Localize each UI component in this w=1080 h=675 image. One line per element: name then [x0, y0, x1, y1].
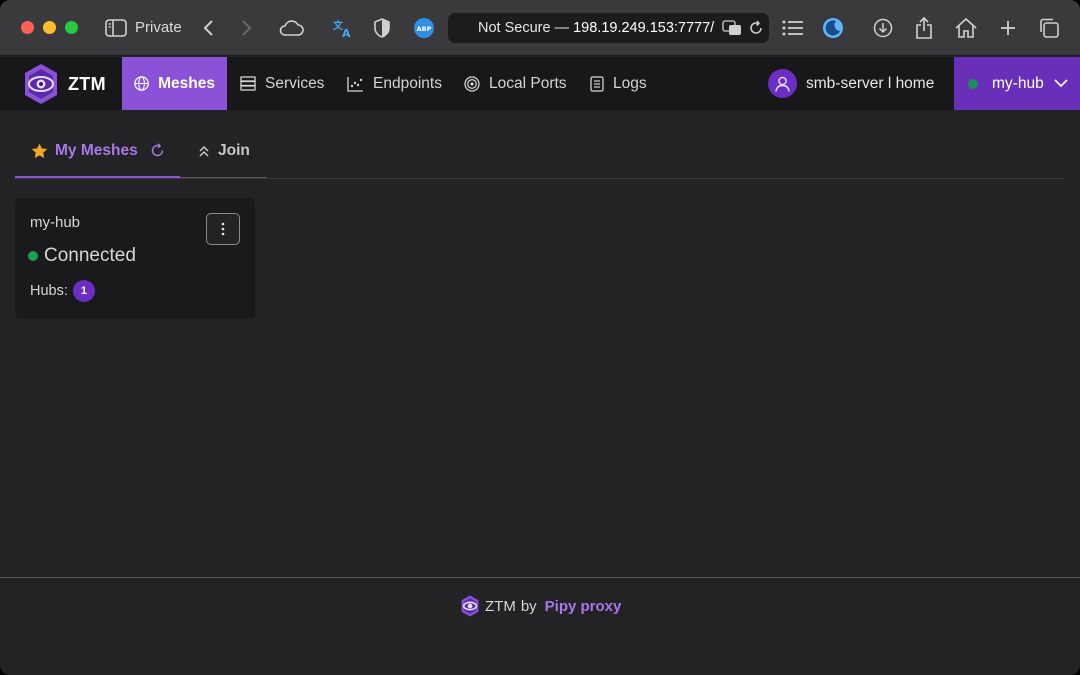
- app-navbar: ZTM Meshes Services Endpoints Local Port…: [0, 57, 1080, 110]
- nav-logs[interactable]: Logs: [578, 57, 659, 110]
- tab-overview-icon[interactable]: [1038, 16, 1060, 40]
- back-icon[interactable]: [200, 16, 216, 40]
- tab-join-label: Join: [218, 142, 250, 159]
- shield-extension-icon[interactable]: [372, 16, 392, 40]
- ztm-logo-icon: [25, 64, 57, 104]
- scatter-chart-icon: [347, 76, 363, 92]
- hubs-count-badge: 1: [72, 280, 95, 302]
- footer-brand: ZTM: [485, 597, 516, 615]
- nav-meshes-label: Meshes: [158, 74, 215, 92]
- close-window-button[interactable]: [21, 21, 34, 34]
- night-mode-extension-icon[interactable]: [821, 16, 845, 40]
- footer: ZTM by Pipy proxy: [0, 577, 1080, 675]
- mesh-card[interactable]: my-hub Connected Hubs: 1: [15, 198, 255, 319]
- nav-services[interactable]: Services: [228, 57, 336, 110]
- footer-by: by: [520, 597, 537, 615]
- browser-toolbar: Private 文A ABP Not Secure — 198.19.249.1…: [0, 0, 1080, 56]
- tab-my-meshes-label: My Meshes: [55, 141, 138, 159]
- mesh-hubs: Hubs: 1: [30, 280, 95, 302]
- minimize-window-button[interactable]: [43, 21, 56, 34]
- translate-extension-icon[interactable]: 文A: [331, 16, 355, 40]
- nav-meshes[interactable]: Meshes: [122, 57, 227, 110]
- downloads-icon[interactable]: [872, 16, 894, 40]
- new-tab-icon[interactable]: [998, 16, 1018, 40]
- nav-endpoints[interactable]: Endpoints: [335, 57, 454, 110]
- reading-list-icon[interactable]: [782, 16, 804, 40]
- security-label: Not Secure: [478, 20, 551, 36]
- brand-name: ZTM: [68, 73, 106, 94]
- chevron-down-icon: [1054, 79, 1068, 88]
- adblock-plus-icon[interactable]: ABP: [412, 16, 436, 40]
- mesh-tabs: My Meshes Join: [15, 125, 1065, 179]
- share-icon[interactable]: [913, 16, 935, 40]
- svg-text:A: A: [342, 27, 351, 39]
- hub-status-dot: [968, 78, 978, 89]
- private-label: Private: [135, 19, 182, 36]
- address-host: 198.19.249.153:7777/: [573, 20, 715, 36]
- footer-credit: ZTM by Pipy proxy: [460, 595, 621, 617]
- ztm-logo-small-icon: [461, 595, 479, 617]
- user-menu[interactable]: smb-server l home: [768, 68, 934, 99]
- mesh-status: Connected: [28, 245, 136, 267]
- server-icon: [240, 76, 256, 91]
- tab-join[interactable]: Join: [180, 125, 267, 178]
- hubs-label: Hubs:: [30, 283, 68, 299]
- mesh-status-text: Connected: [44, 245, 136, 266]
- hub-select-value: my-hub: [992, 74, 1044, 92]
- pipy-proxy-link[interactable]: Pipy proxy: [545, 598, 622, 615]
- brand[interactable]: ZTM: [22, 63, 106, 105]
- nav-endpoints-label: Endpoints: [373, 74, 442, 92]
- browser-window: Private 文A ABP Not Secure — 198.19.249.1…: [0, 0, 1080, 675]
- document-icon: [590, 75, 604, 92]
- icloud-tabs-icon[interactable]: [278, 16, 304, 40]
- hub-select[interactable]: my-hub: [954, 57, 1080, 110]
- kebab-menu-icon: [221, 222, 225, 236]
- nav-local-ports[interactable]: Local Ports: [452, 57, 579, 110]
- double-chevron-up-icon: [199, 145, 209, 157]
- mesh-card-menu-button[interactable]: [206, 213, 240, 245]
- globe-icon: [134, 76, 149, 91]
- mesh-card-name: my-hub: [30, 214, 81, 231]
- reload-icon[interactable]: [747, 16, 765, 40]
- refresh-icon[interactable]: [150, 143, 165, 158]
- status-dot-icon: [28, 251, 38, 261]
- nav-logs-label: Logs: [613, 74, 647, 92]
- avatar: [768, 69, 797, 98]
- svg-text:ABP: ABP: [417, 25, 432, 33]
- target-icon: [464, 75, 480, 92]
- user-label: smb-server l home: [806, 74, 935, 92]
- nav-services-label: Services: [265, 74, 325, 92]
- tab-my-meshes[interactable]: My Meshes: [15, 125, 180, 178]
- sidebar-toggle-icon[interactable]: [104, 16, 128, 40]
- home-icon[interactable]: [954, 16, 978, 40]
- translate-page-icon[interactable]: [721, 16, 743, 40]
- nav-local-ports-label: Local Ports: [489, 74, 567, 92]
- zoom-window-button[interactable]: [65, 21, 78, 34]
- star-icon: [31, 143, 48, 158]
- forward-icon[interactable]: [239, 16, 255, 40]
- user-icon: [775, 76, 790, 92]
- address-separator: —: [554, 20, 570, 36]
